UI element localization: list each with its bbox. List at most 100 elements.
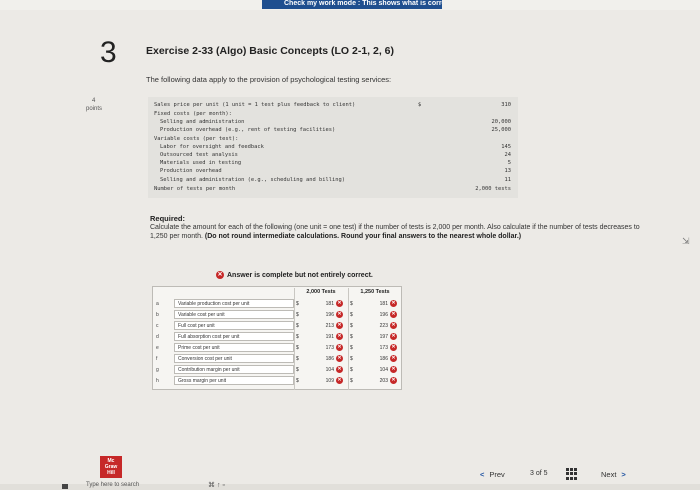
answer-input-2000[interactable]: 104 [314, 367, 334, 373]
dollar-sign: $ [350, 378, 353, 384]
answer-row: a Variable production cost per unit $ 18… [152, 299, 402, 309]
answer-input-1250[interactable]: 173 [368, 345, 388, 351]
answer-input-1250[interactable]: 223 [368, 323, 388, 329]
mcgraw-hill-logo: Mc Graw Hill [100, 456, 122, 478]
required-title: Required: [150, 214, 186, 223]
dollar-sign: $ [296, 345, 299, 351]
start-icon[interactable] [62, 484, 68, 489]
data-line: Labor for oversight and feedback [160, 144, 264, 150]
answer-input-1250[interactable]: 196 [368, 312, 388, 318]
incorrect-icon: ✕ [336, 366, 343, 373]
dollar-sign: $ [350, 323, 353, 329]
row-letter: e [156, 345, 159, 351]
row-letter: h [156, 378, 159, 384]
data-value: 25,000 [491, 127, 511, 133]
answer-status-banner: ✕ Answer is complete but not entirely co… [216, 271, 373, 279]
answer-input-2000[interactable]: 186 [314, 356, 334, 362]
required-rounding-note: (Do not round intermediate calculations.… [204, 233, 522, 240]
answer-input-2000[interactable]: 181 [314, 301, 334, 307]
answer-input-2000[interactable]: 213 [314, 323, 334, 329]
taskbar-icons: ⌘ ↑ ▫ [208, 482, 225, 489]
data-line: Variable costs (per test): [154, 136, 239, 142]
incorrect-icon: ✕ [390, 355, 397, 362]
dollar-sign: $ [350, 334, 353, 340]
row-label: Gross margin per unit [174, 376, 294, 385]
prev-button[interactable]: < Prev [480, 470, 505, 479]
incorrect-icon: ✕ [390, 344, 397, 351]
data-line: Selling and administration [160, 119, 245, 125]
incorrect-icon: ✕ [336, 333, 343, 340]
points-value: 4 [92, 98, 96, 104]
intro-text: The following data apply to the provisio… [146, 75, 392, 84]
chevron-right-icon: > [621, 470, 626, 479]
incorrect-icon: ✕ [336, 377, 343, 384]
answer-input-2000[interactable]: 173 [314, 345, 334, 351]
answer-input-2000[interactable]: 109 [314, 378, 334, 384]
data-value: 2,000 tests [475, 186, 511, 192]
row-label: Variable production cost per unit [174, 299, 294, 308]
dollar-sign: $ [296, 301, 299, 307]
row-label: Conversion cost per unit [174, 354, 294, 363]
incorrect-icon: ✕ [336, 311, 343, 318]
data-line: Number of tests per month [154, 186, 236, 192]
incorrect-icon: ✕ [336, 300, 343, 307]
chevron-left-icon: < [480, 470, 485, 479]
data-line: Production overhead [160, 168, 222, 174]
page-current: 3 [530, 470, 534, 477]
dollar-sign: $ [296, 356, 299, 362]
page-of: of [535, 470, 542, 477]
data-value: 24 [504, 152, 512, 158]
row-letter: c [156, 323, 159, 329]
dollar-sign: $ [350, 356, 353, 362]
answer-row: g Contribution margin per unit $ 104 ✕ $… [152, 365, 402, 375]
answer-input-2000[interactable]: 191 [314, 334, 334, 340]
row-letter: b [156, 312, 159, 318]
data-value: 310 [501, 102, 511, 108]
column-header-1250: 1,250 Tests [360, 289, 390, 295]
incorrect-icon: ✕ [336, 322, 343, 329]
logo-line: Hill [107, 470, 115, 476]
answer-row: b Variable cost per unit $ 196 ✕ $ 196 ✕ [152, 310, 402, 320]
question-number: 3 [100, 36, 117, 69]
answer-input-1250[interactable]: 203 [368, 378, 388, 384]
mouse-cursor-icon: ⇲ [682, 236, 690, 246]
dollar-sign: $ [350, 345, 353, 351]
next-button[interactable]: Next > [601, 470, 626, 479]
row-letter: a [156, 301, 159, 307]
taskbar-search-text[interactable]: Type here to search [86, 482, 139, 488]
answer-input-2000[interactable]: 196 [314, 312, 334, 318]
row-label: Variable cost per unit [174, 310, 294, 319]
data-line: Selling and administration (e.g., schedu… [160, 177, 345, 183]
answer-input-1250[interactable]: 104 [368, 367, 388, 373]
incorrect-icon: ✕ [390, 322, 397, 329]
answer-input-1250[interactable]: 197 [368, 334, 388, 340]
data-value: 145 [501, 144, 511, 150]
incorrect-icon: ✕ [390, 377, 397, 384]
data-line: Materials used in testing [160, 160, 242, 166]
dollar-sign: $ [296, 367, 299, 373]
data-line: Production overhead (e.g., rent of testi… [160, 127, 336, 133]
next-label: Next [601, 470, 617, 479]
answer-input-1250[interactable]: 186 [368, 356, 388, 362]
page-total: 5 [543, 470, 548, 477]
dollar-sign: $ [296, 378, 299, 384]
incorrect-icon: ✕ [390, 311, 397, 318]
incorrect-icon: ✕ [216, 271, 224, 279]
question-grid-icon[interactable] [566, 468, 578, 480]
data-line: Outsourced test analysis [160, 152, 238, 158]
answer-row: c Full cost per unit $ 213 ✕ $ 223 ✕ [152, 321, 402, 331]
dollar-sign: $ [350, 301, 353, 307]
answer-row: h Gross margin per unit $ 109 ✕ $ 203 ✕ [152, 376, 402, 386]
row-label: Full absorption cost per unit [174, 332, 294, 341]
dollar-sign: $ [350, 312, 353, 318]
dollar-sign: $ [296, 312, 299, 318]
answer-input-1250[interactable]: 181 [368, 301, 388, 307]
incorrect-icon: ✕ [336, 355, 343, 362]
required-text: Calculate the amount for each of the fol… [150, 223, 655, 241]
data-value: 20,000 [491, 119, 511, 125]
dollar-sign: $ [350, 367, 353, 373]
row-letter: g [156, 367, 159, 373]
prev-label: Prev [489, 470, 505, 479]
row-label: Full cost per unit [174, 321, 294, 330]
answer-status-text: Answer is complete but not entirely corr… [227, 271, 373, 279]
